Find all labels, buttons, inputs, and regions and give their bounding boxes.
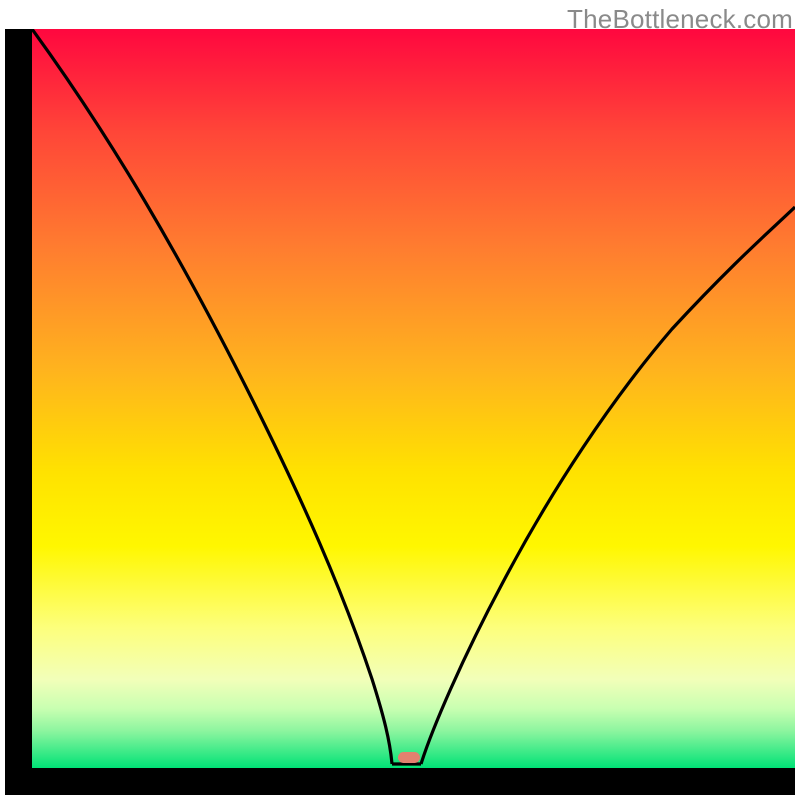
curve-layer <box>32 29 795 768</box>
chart-wrap: TheBottleneck.com <box>0 0 800 800</box>
curve-left-branch <box>32 29 392 764</box>
bottleneck-marker <box>398 752 420 763</box>
bottleneck-curve <box>32 29 795 764</box>
plot-frame <box>5 29 795 795</box>
curve-right-branch <box>421 207 795 764</box>
plot-area <box>32 29 795 768</box>
